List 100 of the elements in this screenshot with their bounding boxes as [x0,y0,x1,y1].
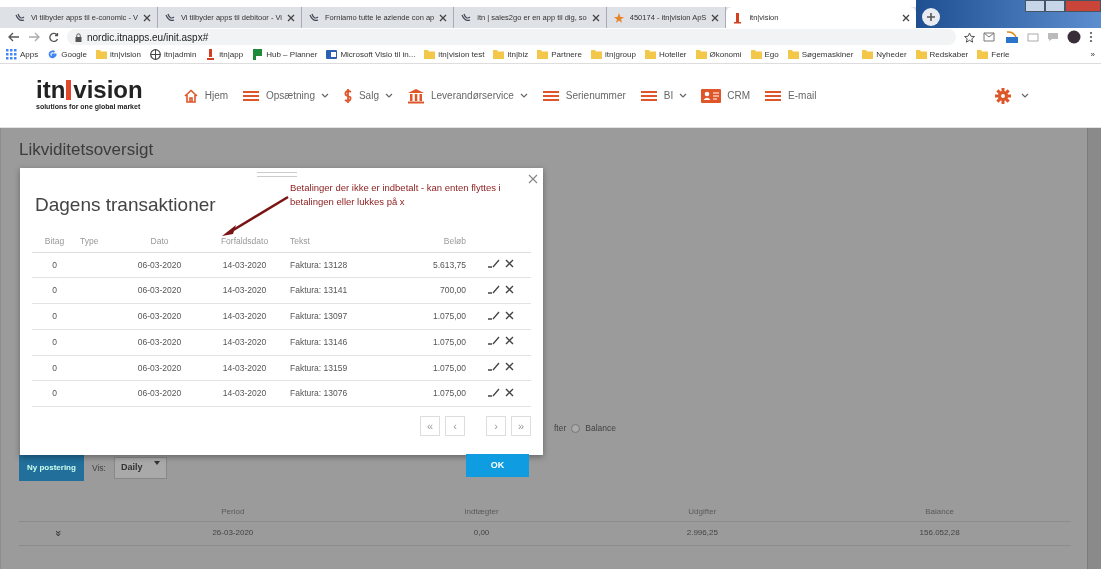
radio-button[interactable] [571,424,581,434]
nav-item[interactable]: Hjem [182,88,229,103]
annotation-arrow [222,195,289,236]
nav-item[interactable]: CRM [701,88,751,103]
bookmark[interactable]: itn|app [205,48,244,61]
bookmark[interactable]: Ferie [977,48,1010,61]
drag-handle[interactable] [257,172,297,177]
folder-icon [644,49,656,60]
google-g-icon [47,49,59,60]
rss-icon[interactable] [1005,31,1019,43]
table-cell: 26-03-2020 [212,528,254,538]
table-cell: 06-03-2020 [137,336,182,347]
table-cell: 14-03-2020 [222,285,267,296]
close-icon [504,336,514,346]
lock-icon [75,32,82,42]
star-icon[interactable] [964,31,975,43]
nav-item[interactable]: BI [639,88,688,103]
minimize-button[interactable] [1025,0,1045,12]
column-header: Bitag [44,235,65,246]
table-cell: 1.075,00 [432,311,466,322]
folder-icon [493,49,505,60]
table-cell: 1.075,00 [432,388,466,399]
bookmark[interactable]: Hub – Planner [252,48,318,61]
swirl-icon [460,11,473,24]
bookmark[interactable]: Økonomi [695,48,742,61]
settings-icon [995,87,1011,104]
more-icon[interactable] [1089,31,1093,43]
dollar-icon [342,87,353,104]
table-cell: 06-03-2020 [137,388,182,399]
bank-icon [406,87,425,104]
bookmark[interactable]: Partnere [537,48,582,61]
nav-item[interactable]: Leverandørservice [406,87,528,104]
new-tab-button[interactable] [922,8,941,26]
table-cell: 1.075,00 [432,362,466,373]
expand-toggle[interactable]: » [50,530,68,537]
caret-icon [154,461,161,466]
table-cell: 156.052,28 [919,528,960,538]
bookmarks-more-button[interactable]: » [1090,48,1095,61]
table-cell: 14-03-2020 [222,311,267,322]
close-icon[interactable] [902,13,911,22]
swirl-icon [14,11,26,24]
close-icon[interactable] [287,13,296,22]
back-icon[interactable] [8,32,20,42]
close-icon [504,387,514,397]
bookmark[interactable]: Nyheder [862,48,907,61]
folder-icon [695,49,707,60]
folder-icon [750,49,762,60]
bookmark[interactable]: itn|admin [150,48,197,61]
bookmark[interactable]: Ego [750,48,779,61]
bookmark[interactable]: itn|biz [493,48,529,61]
pencil-icon [486,386,501,397]
logo-text: itn [36,78,66,103]
bookmark[interactable]: itn|vision test [424,48,485,61]
menu-icon [764,89,783,102]
table-cell: 0,00 [473,528,490,538]
nav-item[interactable]: Serienummer [541,88,626,103]
folder-icon [862,49,874,60]
table-cell: Faktura: 13128 [290,259,348,270]
bookmark[interactable]: Google [47,48,88,61]
view-select[interactable]: Daily [113,457,168,479]
menu-icon [242,89,261,102]
page-title: Likviditetsoversigt [19,140,155,161]
bookmark[interactable]: Hoteller [644,48,687,61]
column-header: Dato [150,235,169,246]
new-entry-button[interactable]: Ny postering [19,455,84,482]
scrollbar[interactable] [1087,128,1101,569]
table-cell: 700,00 [440,285,466,296]
pencil-icon [486,361,501,372]
restore-button[interactable] [1045,0,1065,12]
table-cell: 0 [52,388,57,399]
document-icon [326,49,338,60]
star-icon [612,11,625,24]
table-cell: Faktura: 13159 [290,362,348,373]
bookmark[interactable]: Microsoft Visio til in... [326,48,416,61]
bookmark[interactable]: itn|group [590,48,636,61]
nav-item[interactable]: Opsætning [242,88,329,103]
close-icon[interactable] [711,13,720,22]
folder-icon [424,49,436,60]
bookmark[interactable]: Søgemaskiner [787,48,854,61]
nav-item[interactable]: E-mail [764,88,817,103]
table-cell: Faktura: 13146 [290,336,348,347]
table-cell: 06-03-2020 [137,362,182,373]
address-field[interactable]: nordic.itnapps.eu/init.aspx# [67,29,956,45]
bookmark[interactable]: Redskaber [915,48,969,61]
avatar-icon[interactable] [1067,30,1081,44]
bookmark[interactable]: itn|vision [96,48,141,61]
close-icon[interactable] [439,13,448,22]
reload-icon[interactable] [48,31,59,43]
bookmark[interactable]: Apps [6,48,39,61]
table-cell: Faktura: 13097 [290,311,348,322]
column-header: Indtægter [366,503,597,522]
mail-icon[interactable] [983,31,997,43]
table-cell: 0 [52,336,57,347]
close-icon[interactable] [591,13,600,22]
table-cell: Faktura: 13141 [290,285,348,296]
close-icon[interactable] [143,13,151,22]
nav-item[interactable]: Salg [342,87,393,104]
view-label: Vis: [91,461,106,475]
table-cell: 14-03-2020 [222,336,267,347]
pencil-icon [486,283,501,294]
